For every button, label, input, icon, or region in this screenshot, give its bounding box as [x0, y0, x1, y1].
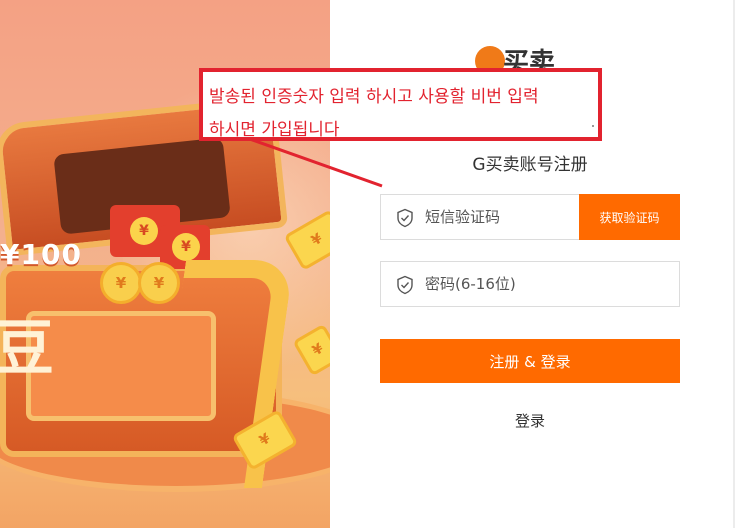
annotation-line-1: 발송된 인증숫자 입력 하시고 사용할 비번 입력 [209, 87, 539, 107]
annotation-dot [592, 125, 594, 127]
annotation-callout: 발송된 인증숫자 입력 하시고 사용할 비번 입력 하시면 가입됩니다 [199, 68, 602, 141]
annotation-line-2: 하시면 가입됩니다 [209, 120, 340, 140]
